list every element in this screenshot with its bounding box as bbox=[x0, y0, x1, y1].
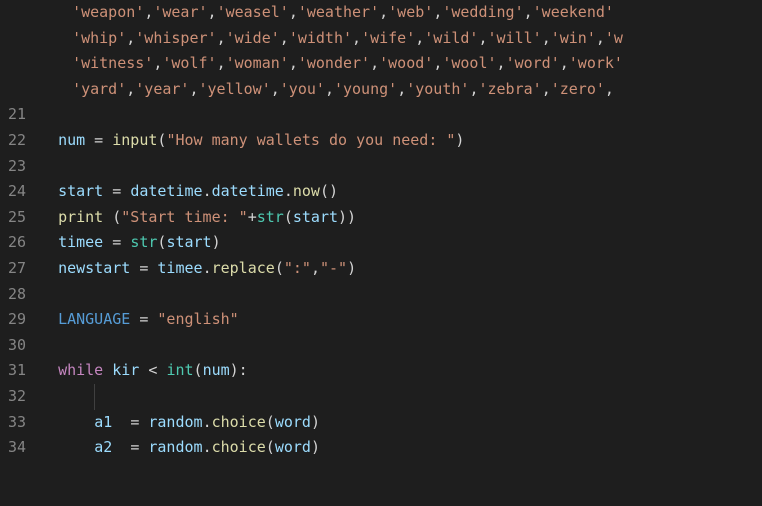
code-line bbox=[58, 333, 762, 359]
line-number: 28 bbox=[8, 282, 26, 308]
line-number: 31 bbox=[8, 358, 26, 384]
line-number-blank bbox=[8, 0, 26, 26]
code-line: 'weapon','wear','weasel','weather','web'… bbox=[58, 0, 762, 26]
line-number-blank bbox=[8, 77, 26, 103]
line-number: 32 bbox=[8, 384, 26, 410]
line-number-blank bbox=[8, 26, 26, 52]
code-line: start = datetime.datetime.now() bbox=[58, 179, 762, 205]
line-number-blank bbox=[8, 51, 26, 77]
line-number: 22 bbox=[8, 128, 26, 154]
line-number-gutter: 2122232425262728293031323334 bbox=[0, 0, 44, 506]
code-line: 'whip','whisper','wide','width','wife','… bbox=[58, 26, 762, 52]
line-number: 23 bbox=[8, 154, 26, 180]
code-line bbox=[58, 384, 762, 410]
line-number: 21 bbox=[8, 102, 26, 128]
code-line: LANGUAGE = "english" bbox=[58, 307, 762, 333]
code-line: 'yard','year','yellow','you','young','yo… bbox=[58, 77, 762, 103]
code-line bbox=[58, 154, 762, 180]
code-line: a1 = random.choice(word) bbox=[58, 410, 762, 436]
code-line bbox=[58, 282, 762, 308]
line-number: 30 bbox=[8, 333, 26, 359]
code-editor: 2122232425262728293031323334 'weapon','w… bbox=[0, 0, 762, 506]
code-line: newstart = timee.replace(":","-") bbox=[58, 256, 762, 282]
code-line: 'witness','wolf','woman','wonder','wood'… bbox=[58, 51, 762, 77]
line-number: 25 bbox=[8, 205, 26, 231]
code-line bbox=[58, 102, 762, 128]
code-area[interactable]: 'weapon','wear','weasel','weather','web'… bbox=[44, 0, 762, 506]
code-line: while kir < int(num): bbox=[58, 358, 762, 384]
line-number: 29 bbox=[8, 307, 26, 333]
line-number: 26 bbox=[8, 230, 26, 256]
line-number: 24 bbox=[8, 179, 26, 205]
line-number: 33 bbox=[8, 410, 26, 436]
code-line: print ("Start time: "+str(start)) bbox=[58, 205, 762, 231]
code-line: timee = str(start) bbox=[58, 230, 762, 256]
code-line: a2 = random.choice(word) bbox=[58, 435, 762, 461]
code-line: num = input("How many wallets do you nee… bbox=[58, 128, 762, 154]
line-number: 27 bbox=[8, 256, 26, 282]
line-number: 34 bbox=[8, 435, 26, 461]
